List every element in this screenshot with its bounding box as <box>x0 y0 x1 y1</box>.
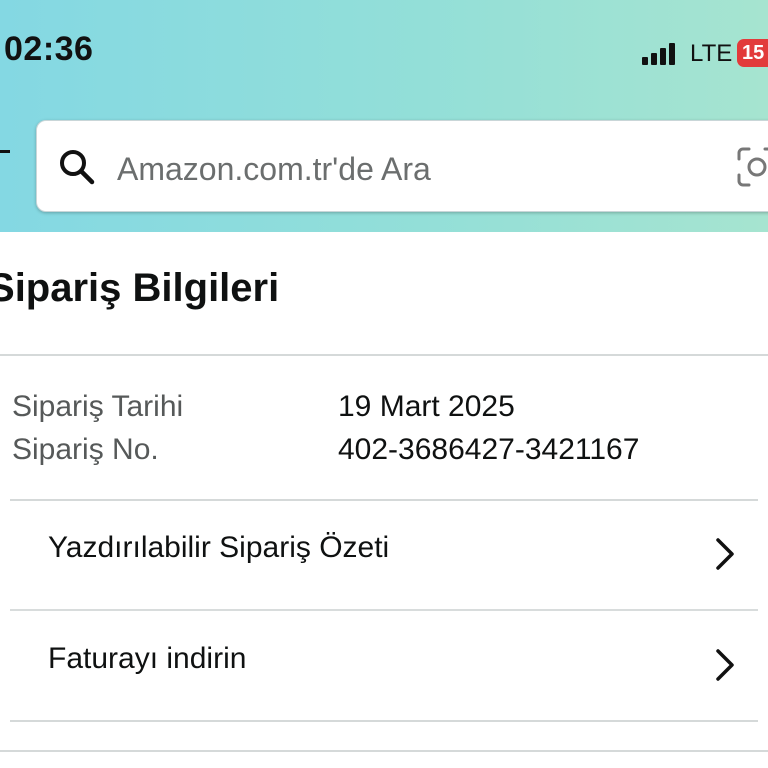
chevron-right-icon <box>716 649 734 681</box>
printable-order-summary-link[interactable]: Yazdırılabilir Sipariş Özeti <box>10 500 758 608</box>
row-label: Yazdırılabilir Sipariş Özeti <box>48 531 390 564</box>
status-time: 02:36 <box>4 30 94 68</box>
camera-icon[interactable] <box>735 145 768 189</box>
search-bar[interactable]: Amazon.com.tr'de Ara <box>36 120 768 212</box>
app-header: 02:36 LTE 15 Amazon.com.tr'de Ara <box>0 0 768 232</box>
battery-icon: 15 <box>737 39 768 67</box>
page-title: Sipariş Bilgileri <box>0 266 280 310</box>
divider <box>0 354 768 356</box>
order-number-value: 402-3686427-3421167 <box>338 433 640 466</box>
order-number-label: Sipariş No. <box>12 433 159 466</box>
network-type: LTE <box>690 40 733 67</box>
cellular-signal-icon <box>642 43 675 65</box>
divider <box>10 720 758 722</box>
row-label: Faturayı indirin <box>48 642 247 675</box>
search-icon <box>60 150 95 185</box>
chevron-right-icon <box>716 538 734 570</box>
download-invoice-link[interactable]: Faturayı indirin <box>10 610 758 718</box>
back-arrow-icon[interactable] <box>0 150 10 153</box>
divider <box>0 750 768 752</box>
search-input[interactable]: Amazon.com.tr'de Ara <box>117 151 431 188</box>
order-date-value: 19 Mart 2025 <box>338 390 515 423</box>
order-date-label: Sipariş Tarihi <box>12 390 184 423</box>
